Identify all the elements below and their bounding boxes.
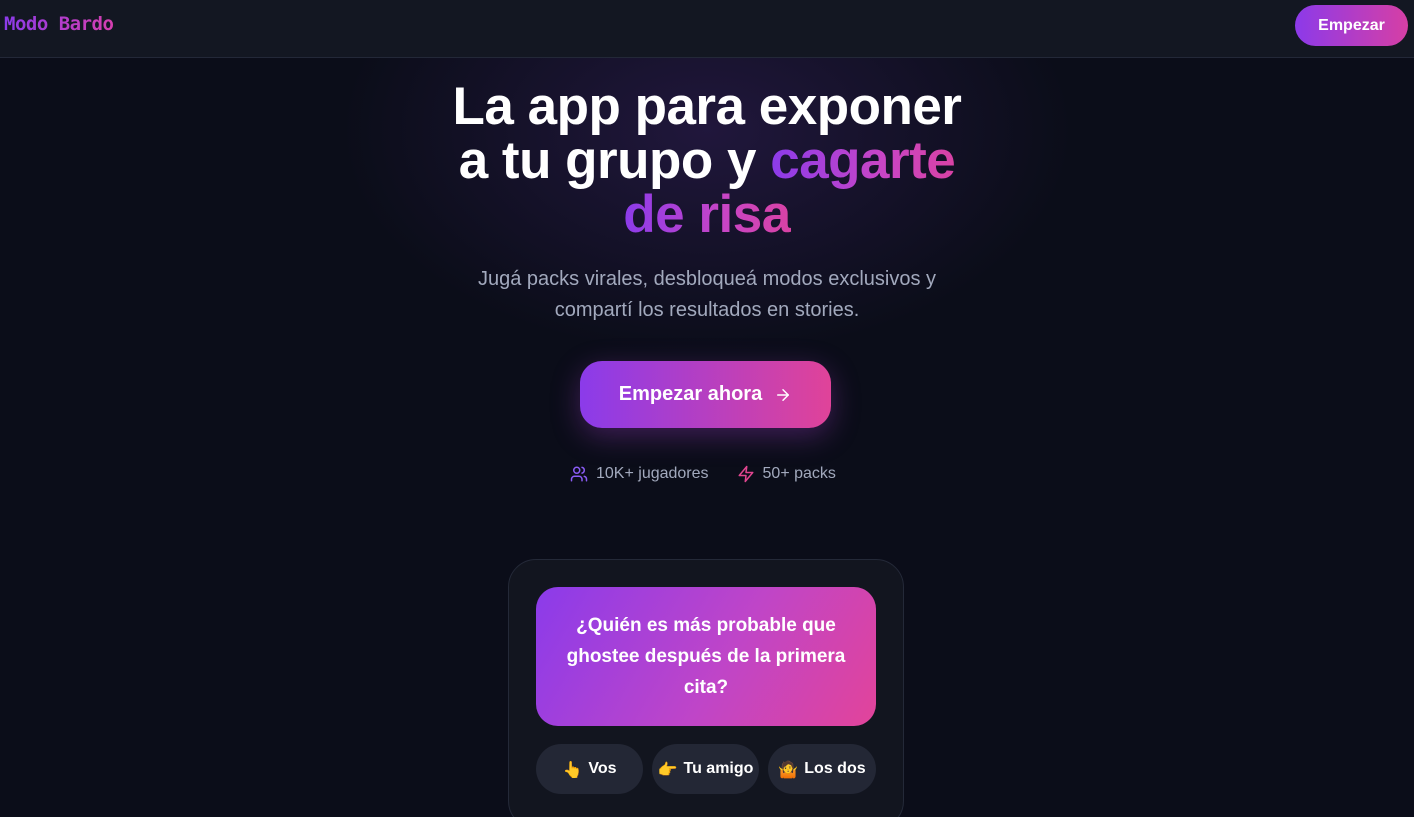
option-los-dos-button[interactable]: 🤷 Los dos (768, 744, 876, 794)
hero-subtitle-line1: Jugá packs virales, desbloqueá modos exc… (477, 268, 937, 290)
option-label: Tu amigo (683, 760, 754, 777)
top-navbar: Modo Bardo Empezar (0, 0, 1414, 58)
hero-subtitle: Jugá packs virales, desbloqueá modos exc… (407, 264, 1007, 326)
option-tu-amigo-button[interactable]: 👉 Tu amigo (652, 744, 759, 794)
pointing-up-icon: 👆 (562, 759, 583, 779)
brand-logo[interactable]: Modo Bardo (4, 13, 114, 35)
arrow-right-icon (777, 388, 790, 401)
hero-title-line2: a tu grupo y (458, 131, 771, 190)
header-start-button[interactable]: Empezar (1295, 5, 1408, 46)
stats-row: 10K+ jugadores 50+ packs (570, 462, 836, 486)
start-now-button[interactable]: Empezar ahora (580, 361, 831, 428)
option-vos-button[interactable]: 👆 Vos (536, 744, 643, 794)
stat-packs-label: 50+ packs (762, 465, 836, 482)
stat-packs: 50+ packs (737, 465, 836, 483)
pointing-right-icon: 👉 (657, 759, 678, 779)
start-now-label: Empezar ahora (618, 383, 763, 405)
hero-subtitle-line2: compartí los resultados en stories. (554, 299, 860, 321)
users-icon (570, 466, 588, 482)
landing-page: Modo Bardo Empezar La app para exponer a… (0, 0, 1414, 817)
lightning-icon (738, 465, 754, 483)
hero-title: La app para exponer a tu grupo y cagarte… (357, 80, 1057, 242)
shrug-icon: 🤷 (778, 759, 799, 779)
question-card: ¿Quién es más probable que ghostee despu… (536, 587, 876, 726)
stat-players: 10K+ jugadores (570, 465, 709, 483)
hero-title-accent: cagarte (770, 131, 956, 190)
option-label: Los dos (804, 760, 866, 777)
stat-players-label: 10K+ jugadores (596, 465, 709, 482)
hero-title-line1: La app para exponer (452, 77, 962, 136)
hero-title-line3: de risa (623, 185, 791, 244)
option-label: Vos (588, 760, 617, 777)
